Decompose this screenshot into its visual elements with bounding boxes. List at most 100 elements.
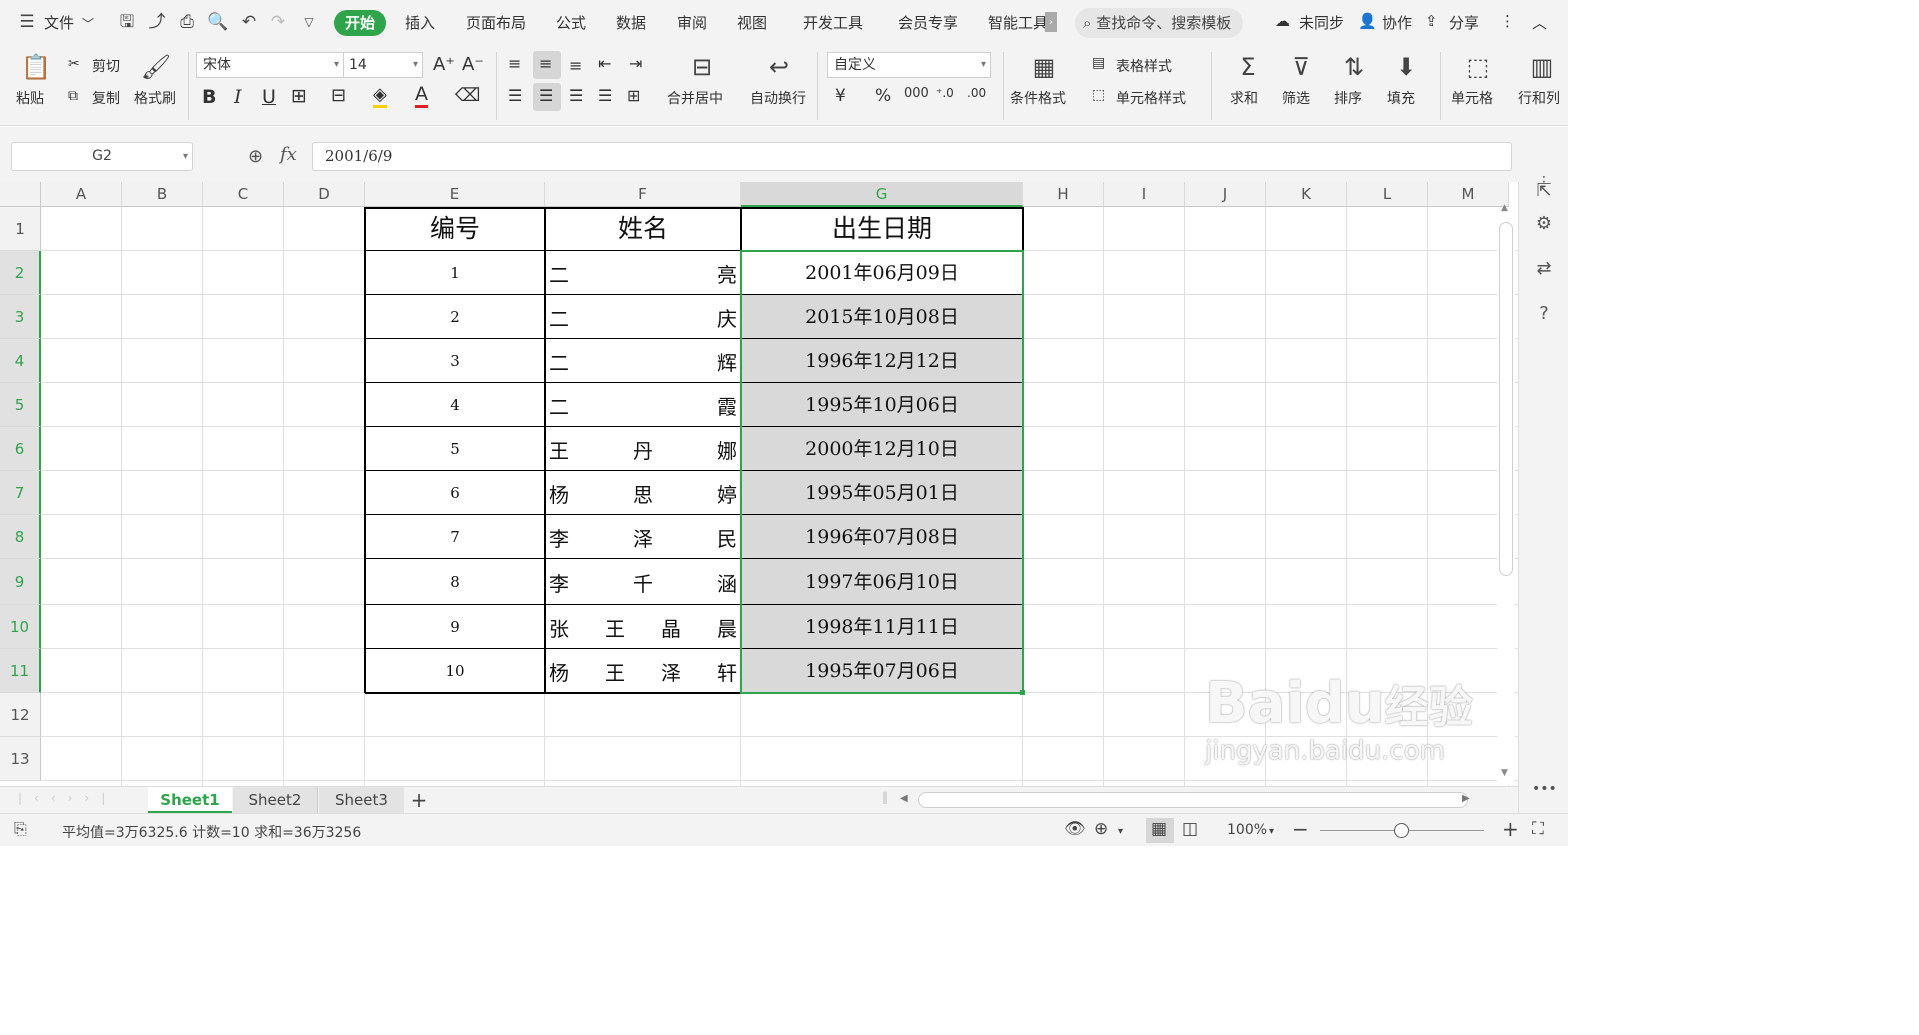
macro-record-icon[interactable]: ⎘ xyxy=(14,819,27,839)
number-format-select[interactable]: 自定义 ▾ xyxy=(827,52,991,78)
cell-id[interactable]: 4 xyxy=(365,383,545,427)
align-bottom-icon[interactable]: ≡ xyxy=(569,56,582,75)
scissors-icon[interactable]: ✂ xyxy=(68,56,80,72)
cell-birth-date[interactable]: 1998年11月11日 xyxy=(741,605,1023,649)
function-icon[interactable]: fx xyxy=(280,144,297,165)
sum-icon[interactable]: Σ xyxy=(1232,52,1264,82)
table-style-button[interactable]: 表格样式 xyxy=(1116,56,1172,76)
cell-button[interactable]: 单元格 xyxy=(1451,88,1493,108)
scroll-left-icon[interactable]: ◀ xyxy=(900,793,908,804)
align-right-icon[interactable]: ☰ xyxy=(569,86,583,105)
splitter-icon[interactable]: ‖ xyxy=(882,790,888,804)
more-options-icon[interactable]: ••• xyxy=(1532,777,1557,801)
row-col-button[interactable]: 行和列 xyxy=(1518,88,1568,108)
column-header-e[interactable]: E xyxy=(365,182,545,207)
font-name-select[interactable]: 宋体 ▾ xyxy=(196,52,344,78)
table-header-id[interactable]: 编号 xyxy=(365,207,545,251)
page-break-view-icon[interactable]: ◫ xyxy=(1182,819,1198,839)
cell-birth-date[interactable]: 1995年05月01日 xyxy=(741,471,1023,515)
cell-icon[interactable]: ⬚ xyxy=(1462,52,1494,82)
copy-button[interactable]: 复制 xyxy=(92,88,120,108)
merge-center-icon[interactable]: ⊟ xyxy=(686,52,718,82)
decrease-indent-icon[interactable]: ⇤ xyxy=(598,54,611,73)
transfer-icon[interactable]: ⇄ xyxy=(1532,257,1556,281)
column-header-f[interactable]: F xyxy=(545,182,741,207)
column-header-d[interactable]: D xyxy=(284,182,365,207)
tab-home[interactable]: 开始 xyxy=(334,10,386,36)
column-header-c[interactable]: C xyxy=(203,182,284,207)
row-header-8[interactable]: 8 xyxy=(0,515,41,559)
filter-icon[interactable]: ⊽ xyxy=(1285,52,1317,82)
cursor-select-icon[interactable]: ⇱ xyxy=(1532,179,1556,203)
increase-indent-icon[interactable]: ⇥ xyxy=(629,54,642,73)
scroll-right-icon[interactable]: ▶ xyxy=(1462,793,1470,804)
filter-button[interactable]: 筛选 xyxy=(1282,88,1310,108)
font-size-select[interactable]: 14 ▾ xyxy=(343,52,423,78)
cell-birth-date[interactable]: 1995年10月06日 xyxy=(741,383,1023,427)
chevron-down-icon[interactable]: ﹀ xyxy=(82,15,94,32)
fill-icon[interactable]: ⬇ xyxy=(1390,52,1422,82)
thousands-separator-icon[interactable]: 000 xyxy=(904,86,929,101)
zoom-level[interactable]: 100% xyxy=(1227,822,1267,838)
cell-name[interactable]: 李泽民 xyxy=(549,515,737,559)
row-header-13[interactable]: 13 xyxy=(0,737,41,781)
name-box[interactable]: G2 ▾ xyxy=(11,142,193,171)
column-header-i[interactable]: I xyxy=(1104,182,1185,207)
align-top-icon[interactable]: ≡ xyxy=(508,54,521,73)
row-header-3[interactable]: 3 xyxy=(0,295,41,339)
column-header-m[interactable]: M xyxy=(1428,182,1509,207)
cell-name[interactable]: 杨思婷 xyxy=(549,471,737,515)
column-header-l[interactable]: L xyxy=(1347,182,1428,207)
row-header-9[interactable]: 9 xyxy=(0,559,41,605)
quick-access-dropdown-icon[interactable]: ▽ xyxy=(298,11,320,33)
print-preview-icon[interactable]: 🔍 xyxy=(207,11,229,33)
sort-button[interactable]: 排序 xyxy=(1334,88,1362,108)
scroll-up-icon[interactable]: ▲ xyxy=(1501,203,1508,213)
cell-id[interactable]: 7 xyxy=(365,515,545,559)
column-header-g[interactable]: G xyxy=(741,182,1023,207)
tab-data[interactable]: 数据 xyxy=(616,12,646,33)
scroll-down-icon[interactable]: ▼ xyxy=(1501,768,1508,778)
cell-id[interactable]: 9 xyxy=(365,605,545,649)
underline-icon[interactable]: U xyxy=(262,86,276,108)
align-center-icon[interactable]: ☰ xyxy=(539,86,553,105)
align-middle-icon[interactable]: ≡ xyxy=(539,54,552,73)
table-header-birth[interactable]: 出生日期 xyxy=(741,207,1023,251)
row-col-icon[interactable]: ▥ xyxy=(1526,52,1558,82)
print-icon[interactable]: ⎙ xyxy=(176,11,198,33)
cell-style-button[interactable]: 单元格样式 xyxy=(1116,88,1186,108)
cell-name[interactable]: 李千涵 xyxy=(549,559,737,605)
cell-name[interactable]: 二亮 xyxy=(549,251,737,295)
clear-format-icon[interactable]: ⌫ xyxy=(455,85,480,106)
cell-id[interactable]: 1 xyxy=(365,251,545,295)
row-header-11[interactable]: 11 xyxy=(0,649,41,693)
tab-view[interactable]: 视图 xyxy=(737,12,767,33)
paste-icon[interactable]: 📋 xyxy=(20,52,52,82)
normal-view-icon[interactable]: ▦ xyxy=(1151,819,1167,839)
chevron-down-icon[interactable]: ▾ xyxy=(1118,826,1123,837)
redo-icon[interactable]: ↷ xyxy=(267,11,289,33)
cut-button[interactable]: 剪切 xyxy=(92,56,120,76)
font-color-icon[interactable]: A xyxy=(415,84,428,108)
collapse-ribbon-icon[interactable]: ︿ xyxy=(1532,12,1547,33)
cell-birth-date[interactable]: 2001年06月09日 xyxy=(741,251,1023,295)
format-painter-button[interactable]: 格式刷 xyxy=(134,88,176,108)
cell-id[interactable]: 10 xyxy=(365,649,545,693)
cell-fill-style-icon[interactable]: ⊟ xyxy=(331,85,346,106)
cell-id[interactable]: 2 xyxy=(365,295,545,339)
percent-icon[interactable]: % xyxy=(875,86,891,106)
cell-birth-date[interactable]: 1997年06月10日 xyxy=(741,559,1023,605)
format-painter-icon[interactable]: 🖌 xyxy=(140,52,172,82)
file-menu[interactable]: 文件 xyxy=(44,12,74,33)
row-header-6[interactable]: 6 xyxy=(0,427,41,471)
command-search[interactable]: ⌕ 查找命令、搜索模板 xyxy=(1075,8,1243,38)
horizontal-scroll-thumb[interactable] xyxy=(918,792,1468,808)
cell-name[interactable]: 杨王泽轩 xyxy=(549,649,737,693)
row-header-2[interactable]: 2 xyxy=(0,251,41,295)
collaborate-button[interactable]: 协作 xyxy=(1382,12,1412,33)
cell-id[interactable]: 6 xyxy=(365,471,545,515)
cell-name[interactable]: 二庆 xyxy=(549,295,737,339)
currency-icon[interactable]: ¥ xyxy=(835,86,846,106)
italic-icon[interactable]: I xyxy=(234,86,242,108)
sum-button[interactable]: 求和 xyxy=(1230,88,1258,108)
